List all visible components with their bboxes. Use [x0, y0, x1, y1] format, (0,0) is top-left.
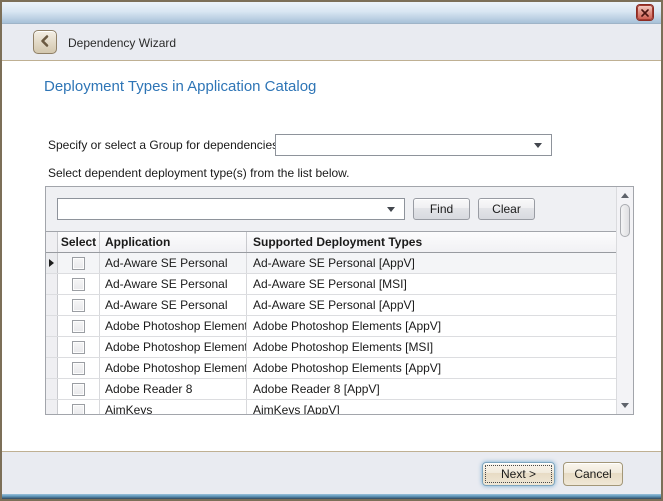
back-icon: [38, 34, 52, 51]
group-label: Specify or select a Group for dependenci…: [48, 138, 278, 152]
find-button[interactable]: Find: [413, 198, 470, 220]
column-header-select[interactable]: Select: [58, 232, 100, 252]
deployment-cell[interactable]: Adobe Photoshop Elements [AppV]: [247, 316, 616, 336]
vertical-scrollbar[interactable]: [616, 187, 633, 414]
wizard-header: Dependency Wizard: [2, 24, 661, 61]
application-text: Adobe Photoshop Elements: [105, 361, 247, 375]
application-text: Adobe Reader 8: [105, 382, 192, 396]
row-checkbox[interactable]: [72, 362, 85, 375]
dropdown-icon: [534, 143, 542, 148]
deployment-grid: Select Application Supported Deployment …: [46, 231, 616, 414]
deployment-text: Adobe Photoshop Elements [AppV]: [253, 361, 441, 375]
deployment-text: AimKeys [AppV]: [253, 403, 340, 414]
dropdown-icon: [387, 207, 395, 212]
application-cell[interactable]: Ad-Aware SE Personal: [100, 295, 247, 315]
table-row[interactable]: Adobe Photoshop Elements Adobe Photoshop…: [46, 337, 616, 358]
page-heading: Deployment Types in Application Catalog: [44, 78, 316, 95]
select-cell: [58, 358, 100, 378]
select-cell: [58, 400, 100, 414]
titlebar: [2, 2, 661, 24]
table-row[interactable]: Adobe Photoshop Elements Adobe Photoshop…: [46, 358, 616, 379]
row-checkbox[interactable]: [72, 278, 85, 291]
application-text: Ad-Aware SE Personal: [105, 277, 228, 291]
search-combo[interactable]: [57, 198, 405, 220]
application-cell[interactable]: Adobe Photoshop Elements: [100, 337, 247, 357]
select-cell: [58, 274, 100, 294]
next-button[interactable]: Next >: [482, 462, 555, 486]
application-text: Ad-Aware SE Personal: [105, 298, 228, 312]
row-checkbox[interactable]: [72, 299, 85, 312]
page-content: Deployment Types in Application Catalog …: [2, 62, 661, 451]
table-row[interactable]: Ad-Aware SE Personal Ad-Aware SE Persona…: [46, 295, 616, 316]
row-header-cell[interactable]: [46, 316, 58, 336]
application-cell[interactable]: Ad-Aware SE Personal: [100, 274, 247, 294]
grid-corner-cell: [46, 232, 58, 252]
row-checkbox[interactable]: [72, 257, 85, 270]
table-row[interactable]: Adobe Reader 8 Adobe Reader 8 [AppV]: [46, 379, 616, 400]
list-instruction-label: Select dependent deployment type(s) from…: [48, 166, 350, 180]
application-text: Adobe Photoshop Elements: [105, 340, 247, 354]
table-row[interactable]: Ad-Aware SE Personal Ad-Aware SE Persona…: [46, 253, 616, 274]
row-header-cell[interactable]: [46, 274, 58, 294]
row-header-cell[interactable]: [46, 358, 58, 378]
application-text: Ad-Aware SE Personal: [105, 256, 228, 270]
column-header-deployment[interactable]: Supported Deployment Types: [247, 232, 616, 252]
select-cell: [58, 316, 100, 336]
row-header-cell[interactable]: [46, 400, 58, 414]
close-icon: [641, 6, 649, 20]
select-cell: [58, 379, 100, 399]
grid-rows: Ad-Aware SE Personal Ad-Aware SE Persona…: [46, 253, 616, 414]
group-combo[interactable]: [275, 134, 552, 156]
deployment-text: Ad-Aware SE Personal [AppV]: [253, 298, 415, 312]
row-checkbox[interactable]: [72, 404, 85, 415]
close-button[interactable]: [637, 5, 653, 20]
deployment-text: Ad-Aware SE Personal [AppV]: [253, 256, 415, 270]
row-header-cell[interactable]: [46, 337, 58, 357]
deployment-cell[interactable]: AimKeys [AppV]: [247, 400, 616, 414]
table-row[interactable]: Ad-Aware SE Personal Ad-Aware SE Persona…: [46, 274, 616, 295]
clear-button[interactable]: Clear: [478, 198, 535, 220]
bottom-accent-bar: [2, 494, 661, 499]
wizard-title: Dependency Wizard: [68, 24, 176, 61]
row-header-cell[interactable]: [46, 379, 58, 399]
select-cell: [58, 337, 100, 357]
application-cell[interactable]: Adobe Photoshop Elements: [100, 358, 247, 378]
row-checkbox[interactable]: [72, 383, 85, 396]
footer: Next > Cancel: [2, 452, 661, 494]
deployment-cell[interactable]: Ad-Aware SE Personal [MSI]: [247, 274, 616, 294]
cancel-button[interactable]: Cancel: [563, 462, 623, 486]
application-text: Adobe Photoshop Elements: [105, 319, 247, 333]
dependency-wizard-window: Dependency Wizard Deployment Types in Ap…: [0, 0, 663, 501]
table-row[interactable]: Adobe Photoshop Elements Adobe Photoshop…: [46, 316, 616, 337]
deployment-text: Adobe Reader 8 [AppV]: [253, 382, 380, 396]
scroll-down-icon[interactable]: [621, 403, 629, 408]
deployment-cell[interactable]: Adobe Reader 8 [AppV]: [247, 379, 616, 399]
row-header-cell[interactable]: [46, 253, 58, 273]
row-header-cell[interactable]: [46, 295, 58, 315]
select-cell: [58, 295, 100, 315]
application-cell[interactable]: Adobe Photoshop Elements: [100, 316, 247, 336]
back-button[interactable]: [33, 30, 57, 54]
grid-header-row: Select Application Supported Deployment …: [46, 232, 616, 253]
deployment-cell[interactable]: Ad-Aware SE Personal [AppV]: [247, 295, 616, 315]
deployment-text: Adobe Photoshop Elements [MSI]: [253, 340, 433, 354]
deployment-cell[interactable]: Adobe Photoshop Elements [MSI]: [247, 337, 616, 357]
deployment-cell[interactable]: Ad-Aware SE Personal [AppV]: [247, 253, 616, 273]
deployment-cell[interactable]: Adobe Photoshop Elements [AppV]: [247, 358, 616, 378]
deployment-text: Adobe Photoshop Elements [AppV]: [253, 319, 441, 333]
scrollbar-thumb[interactable]: [620, 204, 630, 237]
scroll-up-icon[interactable]: [621, 193, 629, 198]
current-row-icon: [49, 259, 54, 267]
deployment-list-panel: Find Clear Select Application Supported …: [45, 186, 634, 415]
column-header-application[interactable]: Application: [100, 232, 247, 252]
application-cell[interactable]: AimKeys: [100, 400, 247, 414]
table-row[interactable]: AimKeys AimKeys [AppV]: [46, 400, 616, 414]
application-text: AimKeys: [105, 403, 152, 414]
deployment-text: Ad-Aware SE Personal [MSI]: [253, 277, 407, 291]
application-cell[interactable]: Ad-Aware SE Personal: [100, 253, 247, 273]
row-checkbox[interactable]: [72, 320, 85, 333]
row-checkbox[interactable]: [72, 341, 85, 354]
application-cell[interactable]: Adobe Reader 8: [100, 379, 247, 399]
select-cell: [58, 253, 100, 273]
